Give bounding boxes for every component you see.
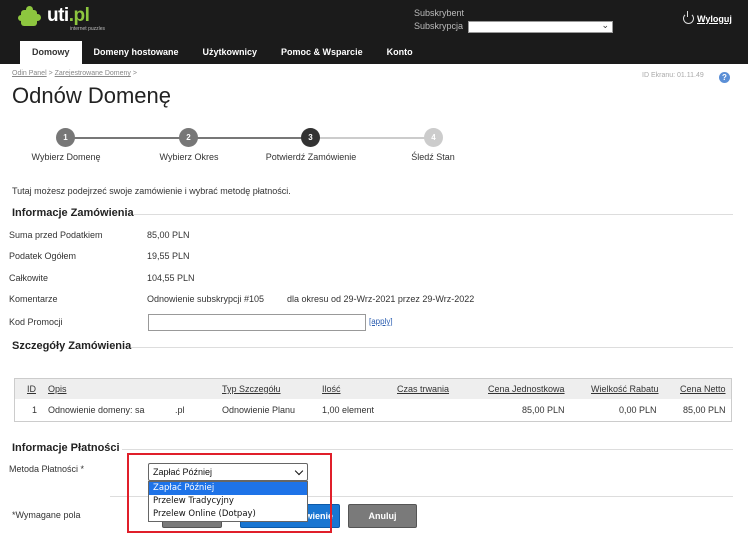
row-desc-ext: .pl (175, 405, 185, 415)
order-details-table: ID Opis Typ Szczegółu Ilość Czas trwania… (14, 378, 732, 422)
apply-promo-link[interactable]: [apply] (369, 317, 393, 326)
logout-label: Wyloguj (697, 13, 732, 24)
chevron-down-icon: ⌄ (601, 20, 609, 30)
logo[interactable]: uti.pl internet puzzles (18, 5, 105, 34)
row-qty: 1,00 element (322, 405, 375, 415)
subtotal-label: Suma przed Podatkiem (9, 230, 103, 240)
step-1-label: Wybierz Domenę (31, 152, 101, 162)
tax-label: Podatek Ogółem (9, 251, 77, 261)
breadcrumb-separator: > (48, 70, 53, 77)
subscriber-label: Subskrybent (414, 8, 465, 18)
logo-ext: .pl (68, 5, 90, 26)
nav-item-users[interactable]: Użytkownicy (191, 41, 270, 64)
step-1-circle: 1 (56, 128, 75, 147)
step-2-circle: 2 (179, 128, 198, 147)
col-discount[interactable]: Wielkość Rabatu (591, 384, 659, 394)
order-info-title: Informacje Zamówienia (12, 207, 134, 219)
row-net: 85,00 PLN (683, 405, 726, 415)
col-qty[interactable]: Ilość (322, 384, 341, 394)
logo-text: uti (47, 5, 69, 26)
step-4-label: Śledź Stan (411, 152, 455, 162)
row-type: Odnowienie Planu (222, 405, 296, 415)
comment-period: dla okresu od 29-Wrz-2021 przez 29-Wrz-2… (287, 294, 475, 304)
row-unit-price: 85,00 PLN (522, 405, 565, 415)
row-id: 1 (32, 405, 38, 415)
intro-text: Tutaj możesz podejrzeć swoje zamówienie … (12, 186, 291, 196)
nav-item-account[interactable]: Konto (375, 41, 425, 64)
step-3-circle: 3 (301, 128, 320, 147)
subscription-select[interactable]: ⌄ (468, 20, 613, 33)
row-discount: 0,00 PLN (619, 405, 657, 415)
table-header: ID Opis Typ Szczegółu Ilość Czas trwania… (15, 379, 731, 399)
col-net[interactable]: Cena Netto (680, 384, 726, 394)
section-divider (133, 214, 733, 215)
col-desc[interactable]: Opis (48, 384, 67, 394)
breadcrumb-link-domains[interactable]: Zarejestrowane Domeny (55, 70, 131, 77)
promo-label: Kod Promocji (9, 317, 63, 327)
tax-value: 19,55 PLN (147, 251, 190, 261)
screen-id: ID Ekranu: 01.11.49 (642, 72, 704, 79)
comment-label: Komentarze (9, 294, 58, 304)
breadcrumb: Odin Panel > Zarejestrowane Domeny > (12, 70, 137, 77)
total-value: 104,55 PLN (147, 273, 195, 283)
promo-code-input[interactable] (148, 314, 366, 331)
main-nav: Domowy Domeny hostowane Użytkownicy Pomo… (20, 41, 425, 64)
required-note: *Wymagane pola (12, 510, 81, 520)
col-id[interactable]: ID (27, 384, 36, 394)
logo-tagline: internet puzzles (70, 26, 106, 32)
logout-link[interactable]: Wyloguj (683, 11, 732, 24)
top-bar: uti.pl internet puzzles Subskrybent Subs… (0, 0, 748, 64)
page-title: Odnów Domenę (12, 83, 171, 108)
col-duration[interactable]: Czas trwania (397, 384, 449, 394)
highlight-box (127, 453, 332, 533)
total-label: Całkowite (9, 273, 49, 283)
comment-value: Odnowienie subskrypcji #105 (147, 294, 265, 304)
power-icon (683, 11, 694, 24)
nav-item-help-support[interactable]: Pomoc & Wsparcie (269, 41, 375, 64)
step-2-label: Wybierz Okres (159, 152, 219, 162)
breadcrumb-separator: > (132, 70, 137, 77)
cancel-button[interactable]: Anuluj (348, 504, 417, 528)
subtotal-value: 85,00 PLN (147, 230, 190, 240)
subscription-labels: Subskrybent Subskrypcja (414, 7, 464, 33)
help-icon[interactable]: ? (719, 72, 730, 83)
subscription-label: Subskrypcja (414, 21, 464, 31)
steps-remaining-line (310, 137, 433, 139)
section-divider (131, 347, 733, 348)
section-divider (122, 449, 733, 450)
nav-item-home[interactable]: Domowy (20, 41, 82, 64)
col-type[interactable]: Typ Szczegółu (222, 384, 281, 394)
payment-info-title: Informacje Płatności (12, 442, 120, 454)
table-row: 1 Odnowienie domeny: sa .pl Odnowienie P… (15, 399, 731, 421)
col-unit-price[interactable]: Cena Jednostkowa (488, 384, 565, 394)
order-details-title: Szczegóły Zamówienia (12, 340, 132, 352)
row-desc: Odnowienie domeny: sa (48, 405, 145, 415)
breadcrumb-link-panel[interactable]: Odin Panel (12, 70, 47, 77)
payment-method-label: Metoda Płatności * (9, 464, 85, 474)
step-3-label: Potwierdź Zamówienie (265, 152, 357, 162)
puzzle-icon (18, 6, 44, 30)
nav-item-hosted-domains[interactable]: Domeny hostowane (82, 41, 191, 64)
step-4-circle: 4 (424, 128, 443, 147)
